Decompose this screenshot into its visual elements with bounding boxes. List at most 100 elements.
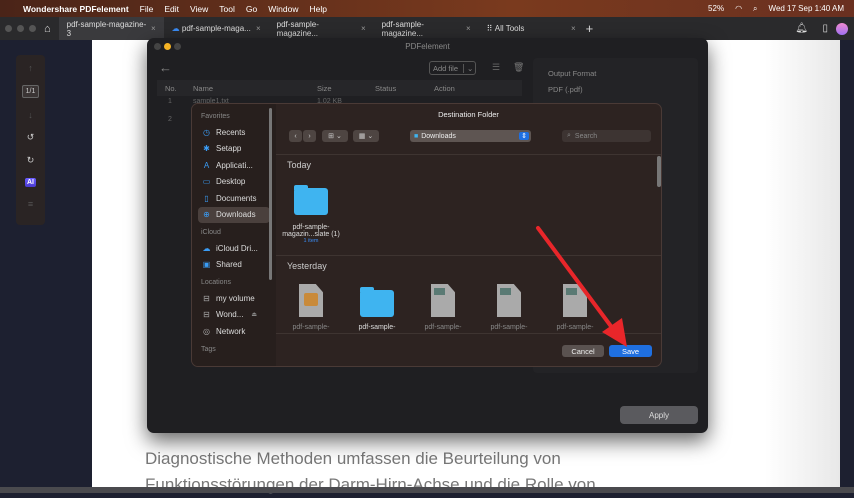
close-tab-icon[interactable]: × <box>256 24 261 33</box>
sidebar-item-icloud-drive[interactable]: ☁ iCloud Dri... <box>198 240 270 257</box>
menu-help[interactable]: Help <box>309 4 326 14</box>
output-format-value[interactable]: PDF (.pdf) <box>548 82 683 98</box>
search-icon: ⌕ <box>567 132 571 139</box>
cancel-button[interactable]: Cancel <box>562 345 604 357</box>
file-name: magazin...slate (1) <box>282 231 340 238</box>
window-zoom[interactable] <box>29 25 36 32</box>
file-item-folder[interactable]: pdf-sample- <box>347 287 407 331</box>
sidebar-item-wond[interactable]: ⊟ Wond... ⏏ <box>198 307 270 324</box>
favorites-label: Favorites <box>201 113 230 120</box>
back-button[interactable]: ‹ <box>289 130 302 142</box>
cloud-icon: ☁ <box>171 24 180 33</box>
window-title: PDFelement <box>405 42 450 51</box>
sidebar-item-network[interactable]: ◎ Network <box>198 323 270 340</box>
sidebar-item-recents[interactable]: ◷ Recents <box>198 124 270 141</box>
chevron-down-icon[interactable]: ⌄ <box>463 63 473 73</box>
drive-icon: ⊟ <box>203 310 210 320</box>
close-tab-icon[interactable]: × <box>571 24 576 33</box>
more-icon[interactable]: ≡ <box>28 199 33 209</box>
page-up-icon[interactable]: ↑ <box>28 63 33 73</box>
tab-2[interactable]: ☁ pdf-sample-maga... × <box>164 17 269 40</box>
location-label: Downloads <box>421 132 456 140</box>
search-field[interactable]: ⌕ Search <box>562 130 651 142</box>
close-tab-icon[interactable]: × <box>466 24 471 33</box>
forward-button[interactable]: › <box>303 130 316 142</box>
file-item-pdf[interactable]: pdf-sample- <box>413 284 473 331</box>
battery-percent[interactable]: 52% <box>708 4 724 13</box>
bottom-strip <box>0 487 854 493</box>
eject-icon[interactable]: ⏏ <box>251 311 257 318</box>
sidebar-item-my-volume[interactable]: ⊟ my volume <box>198 290 270 307</box>
grid-icon: ⠿ <box>486 24 493 33</box>
phone-icon[interactable]: ▯ <box>822 23 828 34</box>
sidebar-item-label: Shared <box>216 260 242 270</box>
tab-bar: ⌂ pdf-sample-magazine-3 × ☁ pdf-sample-ma… <box>0 17 854 40</box>
folder-icon <box>294 185 328 215</box>
sidebar-scrollbar[interactable] <box>269 108 272 280</box>
add-file-button[interactable]: Add file ⌄ <box>429 61 476 75</box>
tab-1[interactable]: pdf-sample-magazine-3 × <box>58 17 164 40</box>
content-scrollbar[interactable] <box>657 156 661 187</box>
column-size[interactable]: Size <box>317 84 332 93</box>
trash-icon[interactable]: 🗑︎ <box>513 62 524 73</box>
search-icon[interactable]: ⌕ <box>753 4 757 14</box>
apply-button[interactable]: Apply <box>620 406 698 424</box>
list-icon[interactable]: ☰ <box>492 62 500 73</box>
save-button[interactable]: Save <box>609 345 652 357</box>
ai-button[interactable]: AI <box>25 178 36 187</box>
tab-4[interactable]: pdf-sample-magazine... × <box>374 17 479 40</box>
new-tab-icon[interactable]: + <box>586 21 594 36</box>
sidebar-item-label: iCloud Dri... <box>216 243 258 253</box>
file-item-pdf[interactable]: pdf-sample- <box>545 284 605 331</box>
drive-icon: ⊟ <box>203 293 210 303</box>
group-view-button[interactable]: ▦ ⌄ <box>353 130 379 142</box>
datetime[interactable]: Wed 17 Sep 1:40 AM <box>769 4 844 13</box>
file-item-pages[interactable]: pdf-sample- <box>281 284 341 331</box>
tab-3[interactable]: pdf-sample-magazine... × <box>269 17 374 40</box>
sidebar-item-downloads[interactable]: ⊕ Downloads <box>198 206 270 223</box>
menu-tool[interactable]: Tool <box>219 4 235 14</box>
file-name: pdf-sample- <box>556 324 594 331</box>
sidebar-item-desktop[interactable]: ▭ Desktop <box>198 174 270 191</box>
wifi-icon[interactable]: ◠ <box>735 4 742 13</box>
page-indicator[interactable]: 1/1 <box>21 85 40 98</box>
bell-icon[interactable]: 🔔︎ <box>795 23 808 34</box>
tab-label: pdf-sample-magazine-3 <box>66 19 147 38</box>
sidebar-item-documents[interactable]: ▯ Documents <box>198 190 270 207</box>
sidebar-item-label: Recents <box>216 127 246 137</box>
home-icon[interactable]: ⌂ <box>44 23 51 35</box>
sidebar-item-shared[interactable]: ▣ Shared <box>198 257 270 274</box>
file-subtitle: 1 item <box>303 238 319 244</box>
menu-edit[interactable]: Edit <box>164 4 179 14</box>
pdf-file-icon <box>563 284 587 317</box>
file-item-folder[interactable]: pdf-sample- magazin...slate (1) 1 item <box>281 185 341 244</box>
close-tab-icon[interactable]: × <box>361 24 366 33</box>
sidebar-item-applications[interactable]: A Applicati... <box>198 157 270 174</box>
file-item-pdf[interactable]: pdf-sample- <box>479 284 539 331</box>
document-icon: ▯ <box>204 193 209 203</box>
window-close[interactable] <box>5 25 12 32</box>
rotate-right-icon[interactable]: ↻ <box>27 155 35 166</box>
avatar[interactable] <box>836 22 848 35</box>
table-row[interactable]: 2 <box>168 116 172 123</box>
tab-all-tools[interactable]: ⠿ All Tools × <box>479 17 584 40</box>
app-name[interactable]: Wondershare PDFelement <box>23 4 129 14</box>
rotate-left-icon[interactable]: ↺ <box>27 132 35 143</box>
file-name: pdf-sample- <box>490 324 528 331</box>
back-arrow-icon[interactable]: ← <box>159 60 172 75</box>
page-down-icon[interactable]: ↓ <box>28 110 33 120</box>
dialog-title: Destination Folder <box>438 110 499 119</box>
folder-icon: ■ <box>414 132 419 140</box>
icon-view-button[interactable]: ⊞ ⌄ <box>322 130 348 142</box>
menu-file[interactable]: File <box>140 4 154 14</box>
clock-icon: ◷ <box>203 127 210 137</box>
menu-view[interactable]: View <box>190 4 208 14</box>
menu-window[interactable]: Window <box>268 4 298 14</box>
sidebar-item-setapp[interactable]: ✱ Setapp <box>198 141 270 158</box>
close-tab-icon[interactable]: × <box>151 24 156 33</box>
column-name[interactable]: Name <box>193 84 213 93</box>
window-minimize[interactable] <box>17 25 24 32</box>
location-dropdown[interactable]: ■ Downloads ⇕ <box>410 130 531 142</box>
menu-go[interactable]: Go <box>246 4 257 14</box>
network-icon: ◎ <box>203 326 210 336</box>
